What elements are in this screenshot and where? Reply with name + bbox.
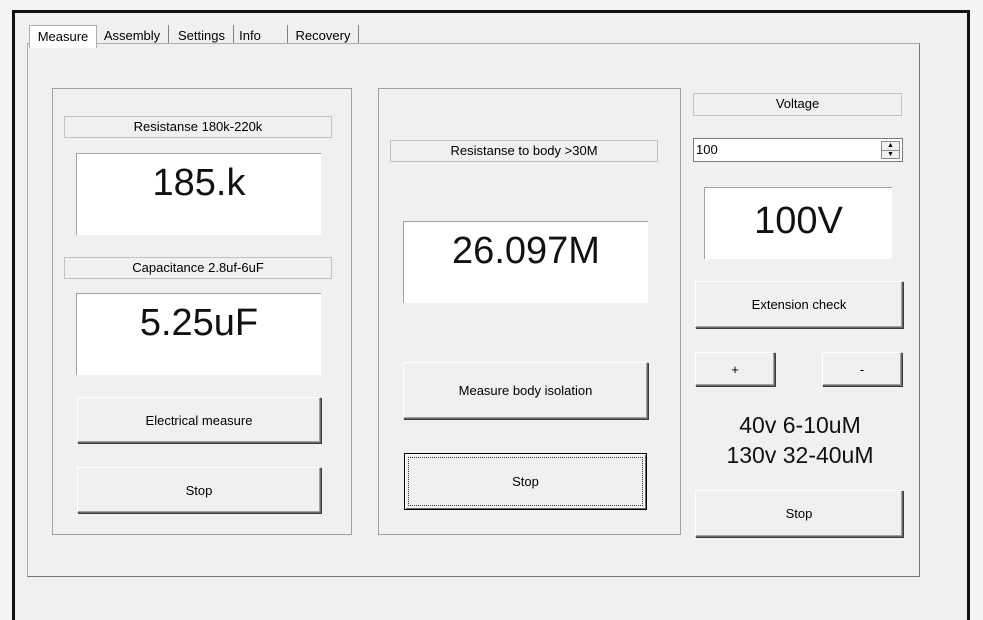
voltage-spinner[interactable]: ▲ ▼ [693,138,903,162]
measure-body-isolation-button[interactable]: Measure body isolation [403,362,648,419]
voltage-stop-button[interactable]: Stop [695,490,903,537]
electrical-group: Resistanse 180k-220k 185.k Capacitance 2… [52,88,352,535]
resistance-value-display: 185.k [76,153,321,235]
body-isolation-group: Resistanse to body >30M 26.097M Measure … [378,88,681,535]
spin-up-arrow-icon[interactable]: ▲ [882,142,899,150]
app-window: Measure Assembly Settings Info Recovery … [12,10,970,620]
voltage-label: Voltage [693,93,902,116]
tab-measure[interactable]: Measure [29,25,97,48]
resistance-label: Resistanse 180k-220k [64,116,332,138]
electrical-stop-button[interactable]: Stop [77,467,321,513]
focus-rectangle [408,457,643,506]
capacitance-value-display: 5.25uF [76,293,321,375]
body-resistance-label: Resistanse to body >30M [390,140,658,162]
voltage-minus-button[interactable]: - [822,352,902,386]
capacitance-label: Capacitance 2.8uf-6uF [64,257,332,279]
spin-down-arrow-icon[interactable]: ▼ [882,150,899,159]
body-stop-button[interactable]: Stop [404,453,647,510]
voltage-input[interactable] [696,141,866,157]
body-resistance-value-display: 26.097M [403,221,648,303]
voltage-display: 100V [704,187,892,259]
range-info-line-1: 40v 6-10uM [739,412,861,438]
electrical-measure-button[interactable]: Electrical measure [77,397,321,443]
extension-check-button[interactable]: Extension check [695,281,903,328]
measure-tab-panel: Resistanse 180k-220k 185.k Capacitance 2… [27,43,920,577]
spin-buttons[interactable]: ▲ ▼ [881,141,900,159]
range-info-line-2: 130v 32-40uM [726,442,874,468]
voltage-plus-button[interactable]: + [695,352,775,386]
